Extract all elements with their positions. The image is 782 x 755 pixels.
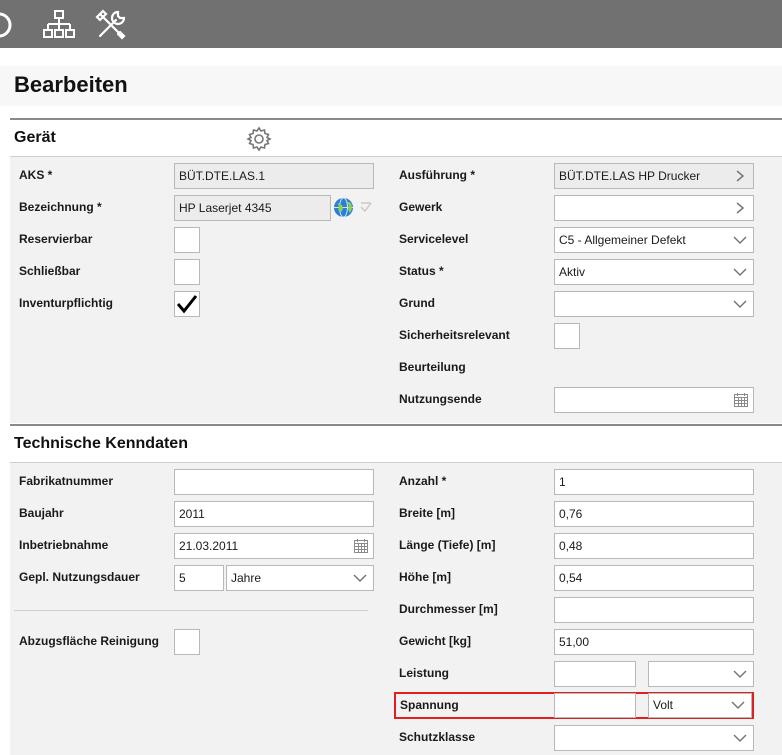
ausfuehrung-value: BÜT.DTE.LAS HP Drucker — [559, 169, 701, 183]
sicherheitsrelevant-checkbox[interactable] — [554, 323, 580, 349]
translate-check-icon[interactable] — [359, 200, 373, 214]
laenge-label: Länge (Tiefe) [m] — [399, 538, 496, 552]
bezeichnung-label: Bezeichnung * — [19, 200, 102, 214]
chevron-down-icon[interactable] — [733, 292, 747, 316]
beurteilung-label: Beurteilung — [399, 360, 466, 374]
chevron-down-icon[interactable] — [733, 726, 747, 750]
servicelevel-label: Servicelevel — [399, 232, 469, 246]
chevron-down-icon[interactable] — [733, 260, 747, 284]
network-tree-icon[interactable] — [42, 8, 76, 42]
calendar-icon[interactable] — [733, 392, 749, 408]
abzugsflaeche-checkbox[interactable] — [174, 629, 200, 655]
status-label: Status * — [399, 264, 444, 278]
hoehe-field[interactable]: 0,54 — [554, 565, 754, 591]
sicherheitsrelevant-label: Sicherheitsrelevant — [399, 328, 510, 342]
gear-icon[interactable] — [246, 126, 272, 152]
tools-icon[interactable] — [94, 8, 128, 42]
baujahr-field[interactable]: 2011 — [174, 501, 374, 527]
toolbar-spacer — [0, 48, 782, 66]
leistung-label: Leistung — [399, 666, 449, 680]
globe-icon[interactable] — [333, 197, 354, 218]
nutzungsdauer-unit-value: Jahre — [231, 571, 262, 585]
nutzungsdauer-unit-select[interactable]: Jahre — [226, 565, 374, 591]
breite-field[interactable]: 0,76 — [554, 501, 754, 527]
leistung-unit-select[interactable] — [648, 661, 754, 687]
checkmark-icon — [176, 295, 198, 314]
ausfuehrung-field[interactable]: BÜT.DTE.LAS HP Drucker — [554, 163, 754, 189]
spannung-field[interactable] — [554, 693, 636, 718]
chevron-right-icon[interactable] — [733, 196, 747, 220]
inventurpflichtig-label: Inventurpflichtig — [19, 296, 113, 310]
section-title-geraet: Gerät — [14, 129, 56, 146]
laenge-field[interactable]: 0,48 — [554, 533, 754, 559]
divider — [14, 610, 368, 611]
servicelevel-select[interactable]: C5 - Allgemeiner Defekt — [554, 227, 754, 253]
section-title-technik: Technische Kenndaten — [14, 435, 188, 452]
durchmesser-label: Durchmesser [m] — [399, 602, 498, 616]
ausfuehrung-label: Ausführung * — [399, 168, 475, 182]
spannung-label: Spannung — [400, 698, 459, 712]
durchmesser-field[interactable] — [554, 597, 754, 623]
inventurpflichtig-checkbox[interactable] — [174, 291, 200, 317]
leistung-field[interactable] — [554, 661, 636, 687]
schliessbar-label: Schließbar — [19, 264, 81, 278]
grund-select[interactable] — [554, 291, 754, 317]
schutzklasse-select[interactable] — [554, 725, 754, 751]
fabrikatnummer-field[interactable] — [174, 469, 374, 495]
breite-label: Breite [m] — [399, 506, 456, 520]
anzahl-label: Anzahl * — [399, 474, 447, 488]
fabrikatnummer-label: Fabrikatnummer — [19, 474, 114, 488]
chevron-down-icon[interactable] — [731, 694, 745, 717]
nutzungsdauer-field[interactable]: 5 — [174, 565, 224, 591]
status-select[interactable]: Aktiv — [554, 259, 754, 285]
nutzungsdauer-label: Gepl. Nutzungsdauer — [19, 570, 140, 584]
calendar-icon[interactable] — [353, 538, 369, 554]
schutzklasse-label: Schutzklasse — [399, 730, 476, 744]
gewicht-field[interactable]: 51,00 — [554, 629, 754, 655]
gewerk-field[interactable] — [554, 195, 754, 221]
inbetriebnahme-date-field[interactable]: 21.03.2011 — [174, 533, 374, 559]
chevron-down-icon[interactable] — [733, 662, 747, 686]
abzugsflaeche-label: Abzugsfläche Reinigung — [19, 634, 160, 648]
aks-label: AKS * — [19, 168, 53, 182]
nutzungsende-date-field[interactable] — [554, 387, 754, 413]
baujahr-label: Baujahr — [19, 506, 64, 520]
chevron-down-icon[interactable] — [733, 228, 747, 252]
nutzungsende-label: Nutzungsende — [399, 392, 482, 406]
schliessbar-checkbox[interactable] — [174, 259, 200, 285]
bezeichnung-field[interactable]: HP Laserjet 4345 — [174, 195, 331, 221]
chevron-down-icon[interactable] — [353, 566, 367, 590]
page-title: Bearbeiten — [14, 72, 128, 97]
servicelevel-value: C5 - Allgemeiner Defekt — [559, 233, 686, 247]
reservierbar-label: Reservierbar — [19, 232, 93, 246]
top-toolbar — [0, 0, 782, 48]
spannung-unit-value: Volt — [653, 698, 674, 712]
grund-label: Grund — [399, 296, 435, 310]
partial-circle-icon[interactable] — [0, 8, 16, 42]
anzahl-field[interactable]: 1 — [554, 469, 754, 495]
aks-field: BÜT.DTE.LAS.1 — [174, 163, 374, 189]
spannung-unit-select[interactable]: Volt — [648, 693, 752, 718]
section-header-geraet — [10, 120, 782, 156]
inbetriebnahme-value: 21.03.2011 — [179, 539, 239, 553]
hoehe-label: Höhe [m] — [399, 570, 451, 584]
status-value: Aktiv — [559, 265, 586, 279]
reservierbar-checkbox[interactable] — [174, 227, 200, 253]
chevron-right-icon[interactable] — [733, 164, 747, 188]
inbetriebnahme-label: Inbetriebnahme — [19, 538, 109, 552]
gewerk-label: Gewerk — [399, 200, 443, 214]
gewicht-label: Gewicht [kg] — [399, 634, 472, 648]
